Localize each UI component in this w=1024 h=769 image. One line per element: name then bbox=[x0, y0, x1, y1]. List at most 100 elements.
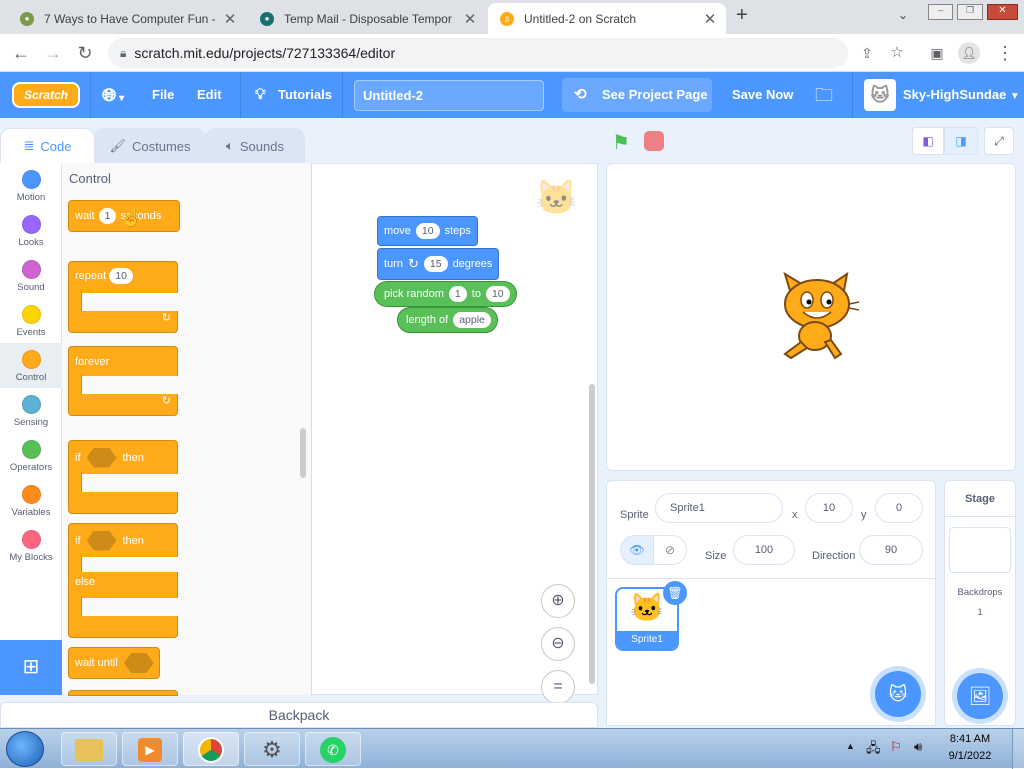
category-my-blocks[interactable]: My Blocks bbox=[0, 523, 62, 568]
minimize-icon[interactable]: – bbox=[928, 4, 954, 20]
forward-icon[interactable]: → bbox=[42, 42, 64, 64]
edit-menu[interactable]: Edit bbox=[197, 72, 222, 118]
stop-sign-icon[interactable] bbox=[644, 131, 664, 151]
username-menu[interactable]: Sky-HighSundae ▼ bbox=[903, 72, 1020, 118]
category-motion[interactable]: Motion bbox=[0, 163, 62, 208]
direction-input[interactable]: 90 bbox=[859, 535, 923, 565]
side-panel-icon[interactable]: ▣ bbox=[926, 42, 948, 64]
stage-selector-panel[interactable]: Stage Backdrops 1 🖼︎ bbox=[944, 480, 1016, 726]
browser-tab-3[interactable]: ʂ Untitled-2 on Scratch ✕ bbox=[488, 3, 726, 34]
add-extension-icon[interactable]: ⊞ bbox=[0, 640, 62, 695]
zoom-in-icon[interactable]: ⊕ bbox=[541, 584, 575, 618]
category-sensing[interactable]: Sensing bbox=[0, 388, 62, 433]
repeat-block[interactable]: repeat 10 bbox=[68, 261, 178, 293]
move-steps-block[interactable]: move 10 steps bbox=[377, 216, 478, 246]
project-title-input[interactable]: Untitled-2 bbox=[354, 80, 544, 111]
back-icon[interactable]: ← bbox=[10, 42, 32, 64]
file-explorer-icon[interactable] bbox=[61, 732, 117, 766]
my-stuff-folder-icon[interactable]: 🗀 bbox=[815, 72, 833, 118]
category-events[interactable]: Events bbox=[0, 298, 62, 343]
fullscreen-icon[interactable]: ⤢ bbox=[984, 127, 1014, 155]
normal-stage-icon[interactable]: ◨ bbox=[944, 127, 978, 155]
category-variables[interactable]: Variables bbox=[0, 478, 62, 523]
close-tab-icon[interactable]: ✕ bbox=[220, 10, 240, 28]
whatsapp-icon[interactable]: ✆ bbox=[305, 732, 361, 766]
browser-tab-1[interactable]: ● 7 Ways to Have Computer Fun - ✕ bbox=[8, 3, 246, 34]
category-sound[interactable]: Sound bbox=[0, 253, 62, 298]
repeat-count-input[interactable]: 10 bbox=[109, 268, 133, 284]
x-position-input[interactable]: 10 bbox=[805, 493, 853, 523]
user-avatar[interactable]: 🐱︎ bbox=[864, 79, 896, 111]
if-then-block[interactable]: if then bbox=[68, 440, 178, 474]
steps-input[interactable]: 10 bbox=[415, 223, 440, 239]
close-tab-icon[interactable]: ✕ bbox=[460, 10, 480, 28]
zoom-reset-icon[interactable]: = bbox=[541, 670, 575, 704]
condition-slot[interactable] bbox=[86, 530, 117, 551]
category-control[interactable]: Control bbox=[0, 343, 62, 388]
cat-sprite[interactable] bbox=[777, 272, 861, 360]
choose-backdrop-image-icon[interactable]: 🖼︎ bbox=[957, 673, 1003, 719]
share-icon[interactable]: ⇪ bbox=[856, 42, 878, 64]
scratch-logo[interactable]: Scratch bbox=[12, 82, 80, 108]
bookmark-star-icon[interactable]: ☆ bbox=[886, 42, 908, 64]
workspace-scrollbar[interactable] bbox=[589, 384, 595, 684]
backpack-header[interactable]: Backpack bbox=[0, 702, 598, 728]
small-stage-icon[interactable]: ◧ bbox=[912, 127, 944, 155]
media-player-icon[interactable]: ▶ bbox=[122, 732, 178, 766]
delete-sprite-trash-icon[interactable]: 🗑︎ bbox=[663, 581, 687, 605]
random-from-input[interactable]: 1 bbox=[448, 286, 467, 302]
file-menu[interactable]: File bbox=[152, 72, 174, 118]
profile-avatar-icon[interactable]: 👤︎ bbox=[958, 42, 980, 64]
tutorials-menu[interactable]: Tutorials bbox=[278, 72, 332, 118]
network-icon[interactable]: 🖧︎ bbox=[866, 739, 881, 761]
start-button-icon[interactable] bbox=[6, 731, 44, 767]
browser-tab-2[interactable]: ● Temp Mail - Disposable Tempor ✕ bbox=[248, 3, 486, 34]
if-else-block[interactable]: if then bbox=[68, 523, 178, 557]
tab-costumes[interactable]: 🖌︎ Costumes bbox=[94, 128, 206, 163]
clock-time[interactable]: 8:41 AM bbox=[940, 733, 1000, 745]
restore-icon[interactable]: ❐ bbox=[957, 4, 983, 20]
category-looks[interactable]: Looks bbox=[0, 208, 62, 253]
choose-sprite-cat-icon[interactable]: 🐱︎ bbox=[875, 671, 921, 717]
string-input[interactable]: apple bbox=[453, 312, 491, 328]
see-project-page-button[interactable]: ⟲ See Project Page bbox=[562, 78, 712, 112]
palette-scrollbar[interactable] bbox=[300, 428, 306, 478]
new-tab-button[interactable]: + bbox=[736, 4, 748, 27]
tab-sounds[interactable]: 🔈︎ Sounds bbox=[205, 128, 305, 163]
degrees-input[interactable]: 15 bbox=[423, 256, 448, 272]
wait-until-block[interactable]: wait until bbox=[68, 647, 160, 679]
save-now-button[interactable]: Save Now bbox=[732, 72, 793, 118]
reload-icon[interactable]: ↻ bbox=[74, 42, 96, 64]
turn-degrees-block[interactable]: turn ↻ 15 degrees bbox=[377, 248, 500, 280]
address-bar[interactable]: 🔒︎ scratch.mit.edu/projects/727133364/ed… bbox=[108, 38, 848, 68]
volume-icon[interactable]: 🔊︎ bbox=[914, 739, 922, 755]
hide-sprite-eye-slash-icon[interactable]: ⊘ bbox=[653, 535, 687, 565]
seconds-input[interactable]: 1 bbox=[98, 208, 117, 224]
tab-code[interactable]: ≣ Code bbox=[0, 128, 95, 163]
close-window-icon[interactable]: ✕ bbox=[986, 4, 1019, 20]
condition-slot[interactable] bbox=[86, 447, 117, 468]
browser-menu-icon[interactable]: ⋮ bbox=[994, 42, 1016, 64]
close-tab-icon[interactable]: ✕ bbox=[700, 10, 720, 28]
pick-random-block[interactable]: pick random 1 to 10 bbox=[374, 281, 517, 307]
tab-search-icon[interactable]: ⌄ bbox=[898, 8, 908, 22]
show-sprite-eye-icon[interactable]: 👁︎ bbox=[620, 535, 654, 565]
language-globe-icon[interactable]: 🌐︎ ▾ bbox=[102, 72, 124, 118]
length-of-block[interactable]: length of apple bbox=[397, 307, 498, 333]
category-operators[interactable]: Operators bbox=[0, 433, 62, 478]
stage-canvas[interactable] bbox=[606, 163, 1016, 471]
random-to-input[interactable]: 10 bbox=[485, 286, 510, 302]
show-hidden-icons-arrow-icon[interactable]: ▲ bbox=[846, 741, 855, 751]
clock-date[interactable]: 9/1/2022 bbox=[940, 750, 1000, 762]
backdrop-thumbnail[interactable] bbox=[949, 527, 1011, 573]
size-input[interactable]: 100 bbox=[733, 535, 795, 565]
chrome-icon[interactable] bbox=[183, 732, 239, 766]
green-flag-icon[interactable]: ⚑ bbox=[612, 130, 630, 155]
action-center-flag-icon[interactable]: ⚐ bbox=[890, 739, 902, 755]
y-position-input[interactable]: 0 bbox=[875, 493, 923, 523]
forever-block[interactable]: forever bbox=[68, 346, 178, 376]
settings-gear-icon[interactable]: ⚙ bbox=[244, 732, 300, 766]
sprite-name-input[interactable]: Sprite1 bbox=[655, 493, 783, 523]
condition-slot[interactable] bbox=[123, 653, 154, 673]
show-desktop-button[interactable] bbox=[1012, 729, 1024, 769]
